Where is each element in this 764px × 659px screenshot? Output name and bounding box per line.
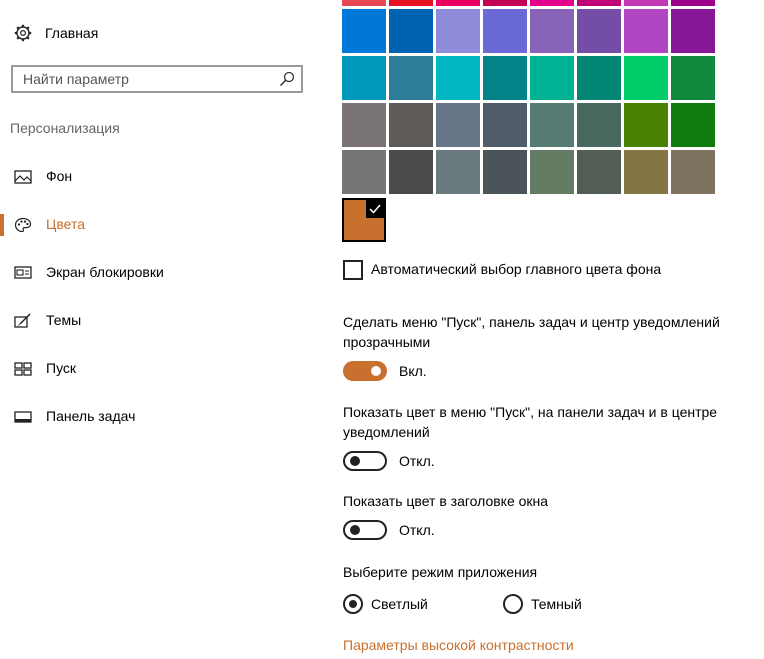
toggle-knob [350,525,360,535]
color-swatch[interactable] [342,9,386,53]
sidebar-item-label: Фон [46,168,73,184]
palette-row [342,56,718,100]
section-title: Персонализация [10,120,120,136]
sidebar-item-background[interactable]: Фон [0,162,330,192]
active-indicator [0,214,4,236]
color-swatch[interactable] [530,9,574,53]
color-swatch[interactable] [624,150,668,194]
search-input[interactable] [13,67,283,91]
themes-icon [14,313,31,328]
color-swatch[interactable] [577,0,621,6]
sidebar: Главная Персонализация Фон Цвета [0,0,330,659]
color-swatch[interactable] [530,56,574,100]
color-swatch[interactable] [483,150,527,194]
sidebar-item-label: Пуск [46,360,77,376]
transparency-toggle[interactable] [343,361,387,381]
search-box [11,65,303,93]
color-swatch[interactable] [671,56,715,100]
color-swatch[interactable] [389,56,433,100]
color-swatch[interactable] [624,103,668,147]
show-color-title-toggle[interactable] [343,520,387,540]
image-icon [14,170,32,184]
color-swatch[interactable] [436,9,480,53]
color-swatch[interactable] [624,0,668,6]
color-swatch[interactable] [342,150,386,194]
color-swatch[interactable] [436,0,480,6]
color-swatch[interactable] [389,0,433,6]
taskbar-icon [14,411,32,423]
transparency-state: Вкл. [399,363,427,379]
sidebar-item-start[interactable]: Пуск [0,354,330,384]
palette-row [342,150,718,194]
radio-light-label: Светлый [371,596,428,612]
high-contrast-link[interactable]: Параметры высокой контрастности [343,637,574,653]
auto-color-checkbox[interactable] [343,260,363,280]
color-swatch[interactable] [671,103,715,147]
lock-screen-icon [14,266,32,279]
show-color-start-toggle[interactable] [343,451,387,471]
radio-dark[interactable] [503,594,523,614]
palette-row [342,9,718,53]
gear-icon [14,24,32,42]
sidebar-item-label: Темы [46,312,82,328]
sidebar-item-taskbar[interactable]: Панель задач [0,402,330,432]
palette-row [342,0,718,6]
sidebar-item-colors[interactable]: Цвета [0,210,330,240]
color-swatch[interactable] [483,103,527,147]
color-swatch[interactable] [342,56,386,100]
color-swatch[interactable] [389,150,433,194]
home-label: Главная [45,25,99,41]
show-color-title-label: Показать цвет в заголовке окна [343,493,549,509]
color-swatch[interactable] [577,150,621,194]
auto-color-label: Автоматический выбор главного цвета фона [371,261,662,277]
color-swatch[interactable] [671,0,715,6]
sidebar-item-lock-screen[interactable]: Экран блокировки [0,258,330,288]
app-mode-label: Выберите режим приложения [343,564,538,580]
color-swatch[interactable] [436,150,480,194]
color-swatch[interactable] [436,103,480,147]
home-link[interactable]: Главная [14,22,98,44]
sidebar-item-label: Экран блокировки [46,264,164,280]
transparency-label: Сделать меню "Пуск", панель задач и цент… [343,314,720,350]
color-swatch[interactable] [624,56,668,100]
radio-dot [349,600,357,608]
sidebar-item-label: Панель задач [46,408,136,424]
sidebar-item-label: Цвета [46,216,85,232]
color-swatch[interactable] [671,150,715,194]
search-icon[interactable] [279,71,295,87]
color-swatch[interactable] [671,9,715,53]
color-swatch[interactable] [342,103,386,147]
radio-dark-label: Темный [531,596,582,612]
check-icon [366,200,384,218]
color-swatch[interactable] [389,103,433,147]
color-swatch[interactable] [342,0,386,6]
selected-color-swatch[interactable] [342,198,386,242]
color-swatch[interactable] [530,150,574,194]
toggle-knob [350,456,360,466]
show-color-start-label: Показать цвет в меню "Пуск", на панели з… [343,404,718,440]
color-swatch[interactable] [530,103,574,147]
color-swatch[interactable] [624,9,668,53]
palette-icon [14,217,32,233]
radio-light[interactable] [343,594,363,614]
color-swatch[interactable] [436,56,480,100]
color-swatch[interactable] [389,9,433,53]
color-swatch[interactable] [577,103,621,147]
show-color-title-state: Откл. [399,522,435,538]
show-color-start-state: Откл. [399,453,435,469]
toggle-knob [371,366,381,376]
color-swatch[interactable] [483,9,527,53]
color-swatch[interactable] [530,0,574,6]
color-swatch[interactable] [483,0,527,6]
start-icon [14,362,32,376]
palette-row [342,103,718,147]
color-swatch[interactable] [483,56,527,100]
color-swatch[interactable] [577,9,621,53]
sidebar-item-themes[interactable]: Темы [0,306,330,336]
color-swatch[interactable] [577,56,621,100]
